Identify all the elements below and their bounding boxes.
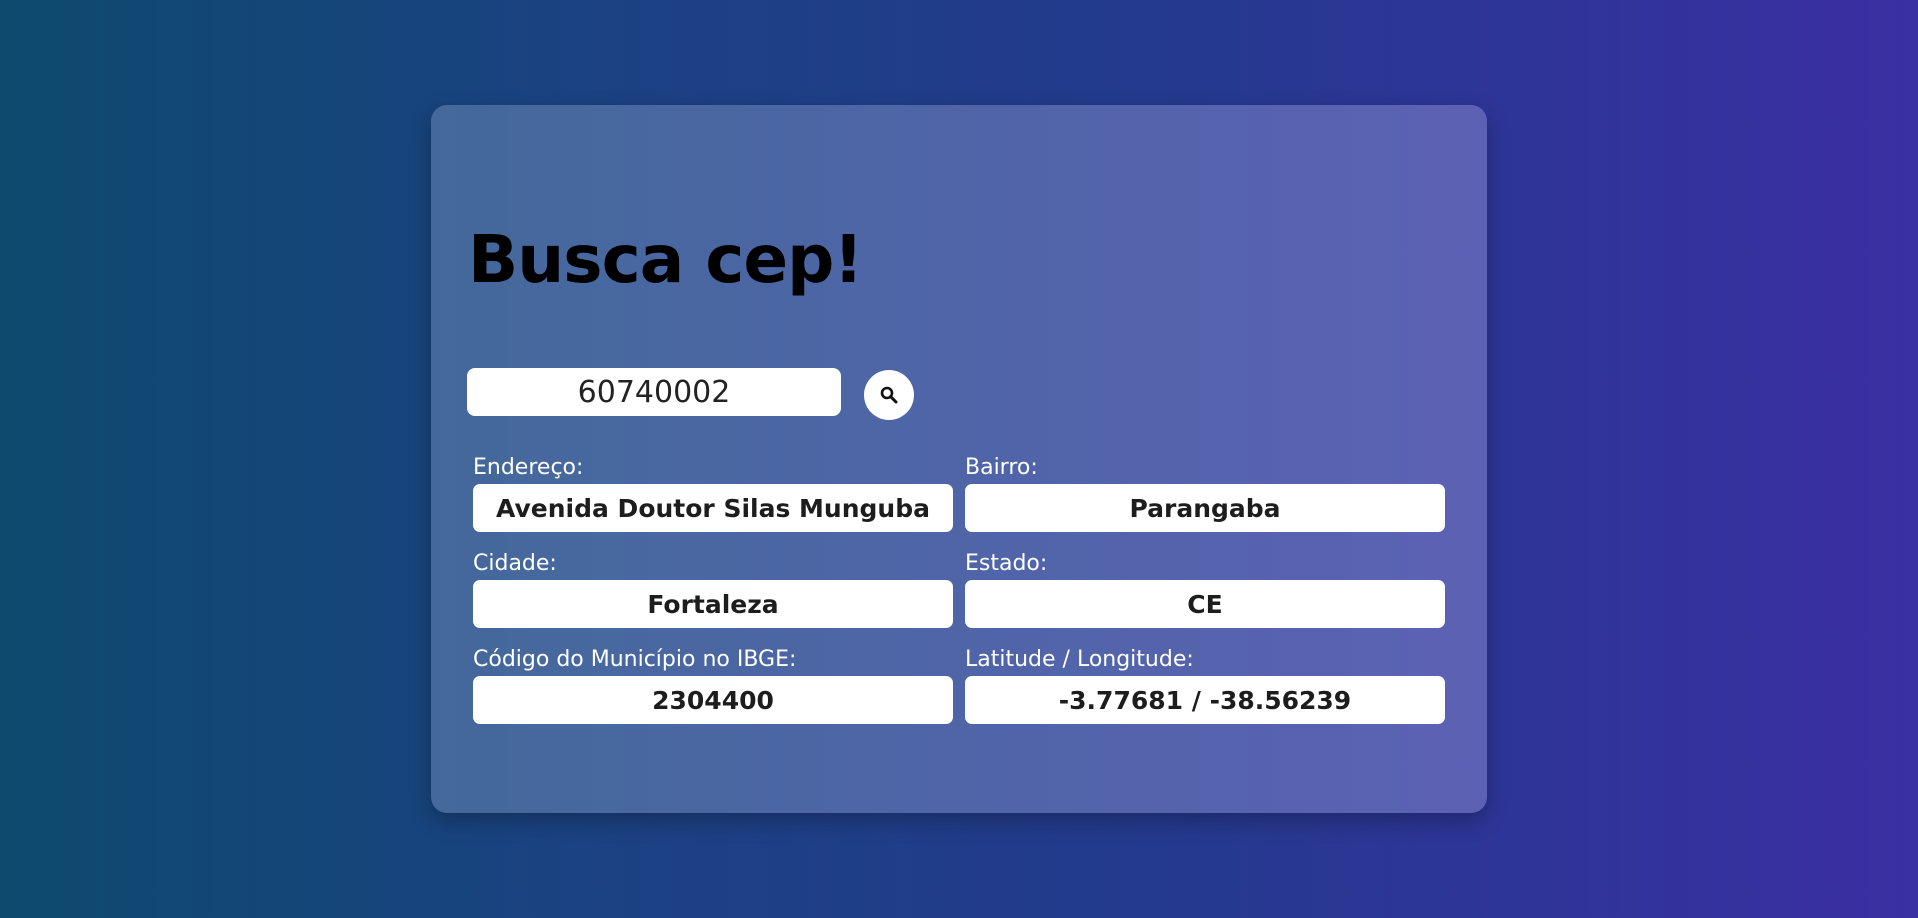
- cidade-label: Cidade:: [473, 551, 557, 576]
- search-icon: [879, 385, 899, 405]
- bairro-label: Bairro:: [965, 455, 1038, 480]
- cidade-value: Fortaleza: [473, 580, 953, 628]
- estado-label: Estado:: [965, 551, 1048, 576]
- endereco-label: Endereço:: [473, 455, 584, 480]
- ibge-code-label: Código do Município no IBGE:: [473, 647, 797, 672]
- lat-lng-value: -3.77681 / -38.56239: [965, 676, 1445, 724]
- endereco-value: Avenida Doutor Silas Munguba: [473, 484, 953, 532]
- cep-input[interactable]: [467, 368, 841, 416]
- ibge-code-value: 2304400: [473, 676, 953, 724]
- estado-value: CE: [965, 580, 1445, 628]
- search-button[interactable]: [864, 370, 914, 420]
- page-title: Busca cep!: [468, 221, 863, 298]
- lat-lng-label: Latitude / Longitude:: [965, 647, 1194, 672]
- cep-search-card: Busca cep! Endereço: Avenida Doutor Sila…: [431, 105, 1487, 813]
- bairro-value: Parangaba: [965, 484, 1445, 532]
